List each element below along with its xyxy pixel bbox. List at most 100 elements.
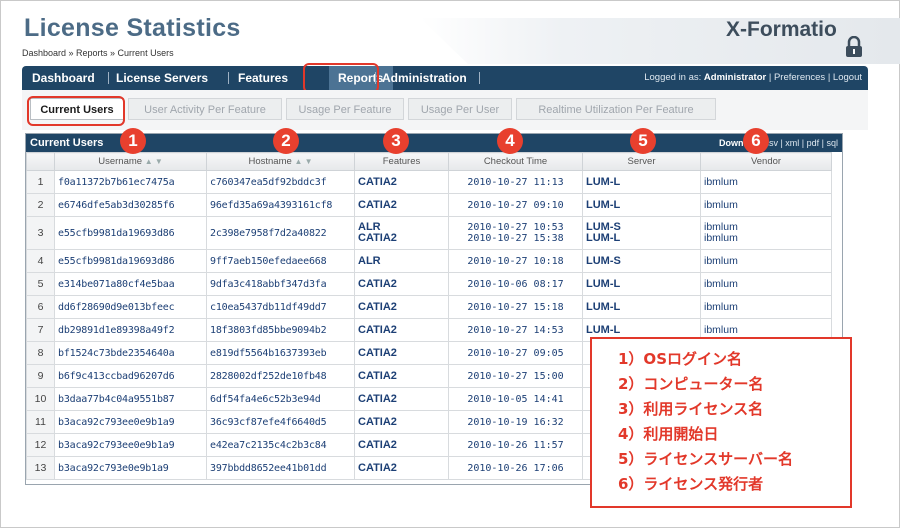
table-header-row: Username ▲ ▼ Hostname ▲ ▼ Features Check… — [26, 152, 832, 171]
download-formats[interactable]: csv | xml | pdf | sql — [764, 138, 838, 148]
cell-vendor: ibmlum — [700, 193, 832, 217]
cell-hostname-value: c760347ea5df92bddc3f — [210, 176, 327, 188]
cell-vendor-value: ibmlum — [704, 324, 738, 336]
cell-hostname: 397bbdd8652ee41b01dd — [206, 456, 355, 480]
cell-username-value: b3aca92c793ee0e9b1a9 — [58, 416, 175, 428]
cell-features-value: ALR — [358, 255, 381, 267]
cell-hostname-value: 2828002df252de10fb48 — [210, 370, 327, 382]
cell-vendor: ibmlum — [700, 170, 832, 194]
legend-item: 1）OSログイン名 — [618, 350, 742, 368]
cell-checkout-time: 2010-10-27 09:10 — [448, 193, 583, 217]
tab-usage-per-user[interactable]: Usage Per User — [408, 98, 512, 120]
cell-username-value: b3aca92c793ee0e9b1a9 — [58, 439, 175, 451]
cell-index: 11 — [26, 410, 55, 434]
nav-dashboard[interactable]: Dashboard — [32, 66, 95, 90]
cell-checkout-time-value: 2010-10-26 11:57 — [467, 439, 564, 451]
nav-license-servers[interactable]: License Servers — [116, 66, 208, 90]
cell-index: 6 — [26, 295, 55, 319]
table-row[interactable]: 2 e6746dfe5ab3d30285f6 96efd35a69a4393161c… — [26, 193, 832, 217]
col-header-vendor[interactable]: Vendor — [700, 152, 832, 171]
cell-index-value: 1 — [37, 176, 44, 188]
sort-arrows-icon[interactable]: ▲ ▼ — [145, 157, 163, 166]
cell-username-value: e314be071a80cf4e5baa — [58, 278, 175, 290]
cell-vendor-value: ibmlum — [704, 176, 738, 188]
cell-server: LUM-S LUM-L — [582, 216, 701, 250]
login-links[interactable]: | Preferences | Logout — [769, 72, 862, 83]
cell-username: e314be071a80cf4e5baa — [54, 272, 207, 296]
cell-index: 8 — [26, 341, 55, 365]
cell-hostname: 36c93cf87efe4f6640d5 — [206, 410, 355, 434]
col-header-checkout-time[interactable]: Checkout Time — [448, 152, 583, 171]
tab-usage-per-feature[interactable]: Usage Per Feature — [286, 98, 404, 120]
table-row[interactable]: 5 e314be071a80cf4e5baa 9dfa3c418abbf347d3f… — [26, 272, 832, 296]
column-marker-1: 1 — [120, 128, 146, 154]
cell-checkout-time: 2010-10-27 15:18 — [448, 295, 583, 319]
cell-hostname: 6df54fa4e6c52b3e94d — [206, 387, 355, 411]
cell-server-value: LUM-L — [586, 301, 621, 313]
cell-features: CATIA2 — [354, 318, 449, 342]
cell-index: 12 — [26, 433, 55, 457]
cell-hostname-value: e42ea7c2135c4c2b3c84 — [210, 439, 327, 451]
cell-username: b3aca92c793e0e9b1a9 — [54, 456, 207, 480]
legend-item: 6）ライセンス発行者 — [618, 475, 764, 493]
legend-item: 2）コンピューター名 — [618, 375, 764, 393]
tab-user-activity-per-feature[interactable]: User Activity Per Feature — [128, 98, 282, 120]
cell-hostname: 9dfa3c418abbf347d3fa — [206, 272, 355, 296]
cell-index-value: 8 — [37, 347, 44, 359]
cell-hostname-value: 96efd35a69a4393161cf8 — [210, 199, 333, 211]
tab-realtime-utilization[interactable]: Realtime Utilization Per Feature — [516, 98, 716, 120]
nav-features[interactable]: Features — [238, 66, 288, 90]
table-row[interactable]: 1 f0a11372b7b61ec7475a c760347ea5df92bddc3… — [26, 170, 832, 194]
cell-checkout-time-value: 2010-10-27 09:05 — [467, 347, 564, 359]
cell-username: db29891d1e89398a49f2 — [54, 318, 207, 342]
cell-username: b3daa77b4c04a9551b87 — [54, 387, 207, 411]
cell-username: dd6f28690d9e013bfeec — [54, 295, 207, 319]
col-header-username[interactable]: Username ▲ ▼ — [54, 152, 207, 171]
legend-callout: 1）OSログイン名 2）コンピューター名 3）利用ライセンス名 4）利用開始日 … — [590, 337, 852, 508]
cell-features-value: CATIA2 — [358, 439, 397, 451]
table-row[interactable]: 3 e55cfb9981da19693d86 2c398e7958f7d2a4082… — [26, 216, 832, 250]
cell-vendor: ibmlum — [700, 249, 832, 273]
cell-hostname-value: 397bbdd8652ee41b01dd — [210, 462, 327, 474]
col-header-server[interactable]: Server — [582, 152, 701, 171]
cell-username: b6f9c413ccbad96207d6 — [54, 364, 207, 388]
cell-features: CATIA2 — [354, 410, 449, 434]
table-row[interactable]: 6 dd6f28690d9e013bfeec c10ea5437db11df49dd… — [26, 295, 832, 319]
login-user: Administrator — [703, 72, 767, 83]
cell-server-value: LUM-S — [586, 255, 621, 267]
cell-username-value: db29891d1e89398a49f2 — [58, 324, 175, 336]
cell-hostname-value: 6df54fa4e6c52b3e94d — [210, 393, 321, 405]
column-marker-2: 2 — [273, 128, 299, 154]
cell-index: 5 — [26, 272, 55, 296]
cell-server-value: LUM-L — [586, 176, 621, 188]
column-marker-3: 3 — [383, 128, 409, 154]
sort-arrows-icon[interactable]: ▲ ▼ — [294, 157, 312, 166]
cell-username-value: b3aca92c793e0e9b1a9 — [58, 462, 169, 474]
cell-hostname: 2c398e7958f7d2a40822 — [206, 216, 355, 250]
legend-item: 4）利用開始日 — [618, 425, 719, 443]
col-header-features[interactable]: Features — [354, 152, 449, 171]
cell-checkout-time-value: 2010-10-27 10:18 — [467, 255, 564, 267]
cell-hostname-value: 36c93cf87efe4f6640d5 — [210, 416, 327, 428]
cell-index: 4 — [26, 249, 55, 273]
nav-administration[interactable]: Administration — [382, 66, 467, 90]
cell-vendor-value: ibmlum — [704, 278, 738, 290]
col-header-hostname[interactable]: Hostname ▲ ▼ — [206, 152, 355, 171]
cell-vendor: ibmlum ibmlum — [700, 216, 832, 250]
cell-index: 3 — [26, 216, 55, 250]
table-row[interactable]: 4 e55cfb9981da19693d86 9ff7aeb150efedaee66… — [26, 249, 832, 273]
cell-hostname-value: 9dfa3c418abbf347d3fa — [210, 278, 327, 290]
cell-checkout-time: 2010-10-05 14:41 — [448, 387, 583, 411]
cell-vendor-value: ibmlum — [704, 301, 738, 313]
cell-hostname: e819df5564b1637393eb — [206, 341, 355, 365]
cell-hostname: c10ea5437db11df49dd7 — [206, 295, 355, 319]
breadcrumb[interactable]: Dashboard » Reports » Current Users — [22, 48, 174, 58]
cell-checkout-time: 2010-10-27 11:13 — [448, 170, 583, 194]
col-hostname-label: Hostname — [248, 156, 292, 167]
col-header-index — [26, 152, 55, 171]
col-username-label: Username — [98, 156, 143, 167]
cell-index-value: 2 — [37, 199, 44, 211]
cell-hostname: 9ff7aeb150efedaee668 — [206, 249, 355, 273]
cell-features-value: CATIA2 — [358, 416, 397, 428]
cell-username-value: dd6f28690d9e013bfeec — [58, 301, 175, 313]
